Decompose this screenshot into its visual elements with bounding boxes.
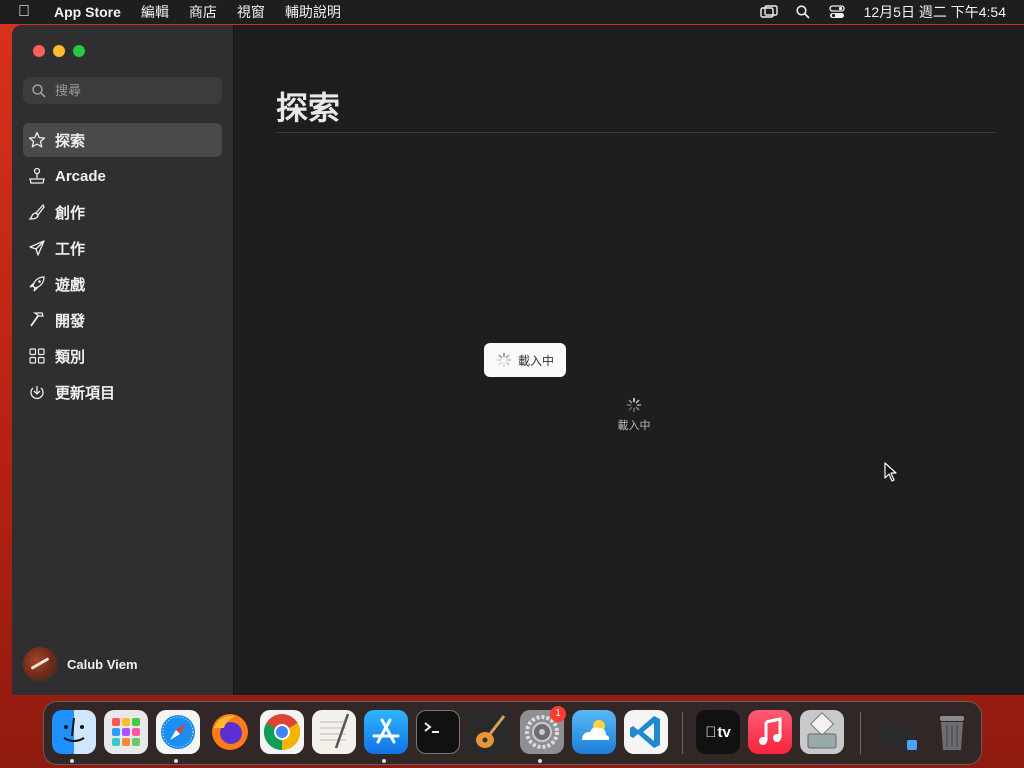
app-store-window: 探索 Arcade 創作 工作 遊戲 開發 類別 更新項目 xyxy=(12,25,1024,695)
downloads-folder-icon[interactable] xyxy=(874,710,918,754)
page-title: 探索 xyxy=(276,90,341,126)
sidebar-item-label: 遊戲 xyxy=(55,276,86,294)
app-menu[interactable]: App Store xyxy=(44,0,131,24)
avatar xyxy=(23,647,57,681)
badge-count: 1 xyxy=(555,708,561,719)
loading-label: 載入中 xyxy=(617,420,651,432)
running-indicator xyxy=(382,759,386,763)
control-center-icon[interactable] xyxy=(827,2,847,22)
paperplane-icon xyxy=(28,239,46,257)
icloud-weather-icon[interactable] xyxy=(572,710,616,754)
appstore-icon[interactable] xyxy=(364,710,408,754)
running-indicator xyxy=(70,759,74,763)
trash-icon[interactable] xyxy=(930,710,974,754)
search-icon xyxy=(32,83,46,98)
title-divider xyxy=(276,132,996,133)
sidebar-item-categories[interactable]: 類別 xyxy=(23,339,222,373)
search-input[interactable] xyxy=(53,82,217,99)
finder-icon[interactable] xyxy=(52,710,96,754)
sidebar-item-label: 工作 xyxy=(55,240,86,258)
screen-mirroring-icon[interactable] xyxy=(759,2,779,22)
sidebar-item-label: 類別 xyxy=(55,348,86,366)
apple-menu-icon[interactable]:  xyxy=(0,0,44,24)
sidebar: 探索 Arcade 創作 工作 遊戲 開發 類別 更新項目 xyxy=(12,25,234,695)
loading-indicator: 載入中 xyxy=(604,397,664,433)
menu-bar:  App Store 編輯 商店 視窗 輔助說明 12月5日 週二 下午4:5… xyxy=(0,0,1024,24)
loading-toast-label: 載入中 xyxy=(517,353,554,368)
dock-separator xyxy=(860,712,861,754)
appletv-glyph:  xyxy=(705,724,716,741)
sidebar-item-label: 開發 xyxy=(55,312,86,330)
menu-edit[interactable]: 編輯 xyxy=(131,0,179,24)
star-icon xyxy=(28,131,46,149)
sidebar-item-discover[interactable]: 探索 xyxy=(23,123,222,157)
vscode-icon[interactable] xyxy=(624,710,668,754)
spotlight-search-icon[interactable] xyxy=(793,2,813,22)
grid-icon xyxy=(28,347,46,365)
sidebar-item-label: 創作 xyxy=(55,204,86,222)
sidebar-item-create[interactable]: 創作 xyxy=(23,195,222,229)
hammer-icon xyxy=(28,311,46,329)
sidebar-item-label: 探索 xyxy=(55,132,86,150)
menu-window[interactable]: 視窗 xyxy=(227,0,275,24)
dock-separator xyxy=(682,712,683,754)
account-button[interactable]: Calub Viem xyxy=(23,647,138,681)
window-zoom-button[interactable] xyxy=(73,45,85,57)
user-name: Calub Viem xyxy=(67,656,138,672)
paintbrush-icon xyxy=(28,203,46,221)
menu-bar-clock[interactable]: 12月5日 週二 下午4:54 xyxy=(854,2,1024,22)
rocket-icon xyxy=(28,275,46,293)
spinner-icon xyxy=(496,352,512,368)
sidebar-item-label: 更新項目 xyxy=(55,384,116,402)
textedit-icon[interactable] xyxy=(312,710,356,754)
loading-toast: 載入中 xyxy=(484,343,566,377)
download-icon xyxy=(28,383,46,401)
music-icon[interactable] xyxy=(748,710,792,754)
menu-help[interactable]: 輔助說明 xyxy=(275,0,351,24)
terminal-icon[interactable] xyxy=(416,710,460,754)
sidebar-item-work[interactable]: 工作 xyxy=(23,231,222,265)
sidebar-item-label: Arcade xyxy=(55,167,106,185)
main-content: 探索 載入中 載入中 xyxy=(234,25,1024,695)
sidebar-item-develop[interactable]: 開發 xyxy=(23,303,222,337)
sidebar-item-arcade[interactable]: Arcade xyxy=(23,159,222,193)
appletv-icon[interactable]: tv xyxy=(696,710,740,754)
window-minimize-button[interactable] xyxy=(53,45,65,57)
safari-icon[interactable] xyxy=(156,710,200,754)
joystick-icon xyxy=(28,167,46,185)
chrome-icon[interactable] xyxy=(260,710,304,754)
running-indicator xyxy=(538,759,542,763)
menu-store[interactable]: 商店 xyxy=(179,0,227,24)
garageband-icon[interactable] xyxy=(468,710,512,754)
appletv-label: tv xyxy=(711,723,730,741)
dock: 1 tv xyxy=(43,701,982,765)
search-field[interactable] xyxy=(23,77,222,104)
spinner-icon xyxy=(626,397,642,413)
notification-badge: 1 xyxy=(550,706,566,722)
window-close-button[interactable] xyxy=(33,45,45,57)
sidebar-item-updates[interactable]: 更新項目 xyxy=(23,375,222,409)
running-indicator xyxy=(174,759,178,763)
migration-assistant-icon[interactable] xyxy=(800,710,844,754)
sidebar-item-games[interactable]: 遊戲 xyxy=(23,267,222,301)
firefox-icon[interactable] xyxy=(208,710,252,754)
launchpad-icon[interactable] xyxy=(104,710,148,754)
mouse-pointer-icon xyxy=(884,462,897,482)
